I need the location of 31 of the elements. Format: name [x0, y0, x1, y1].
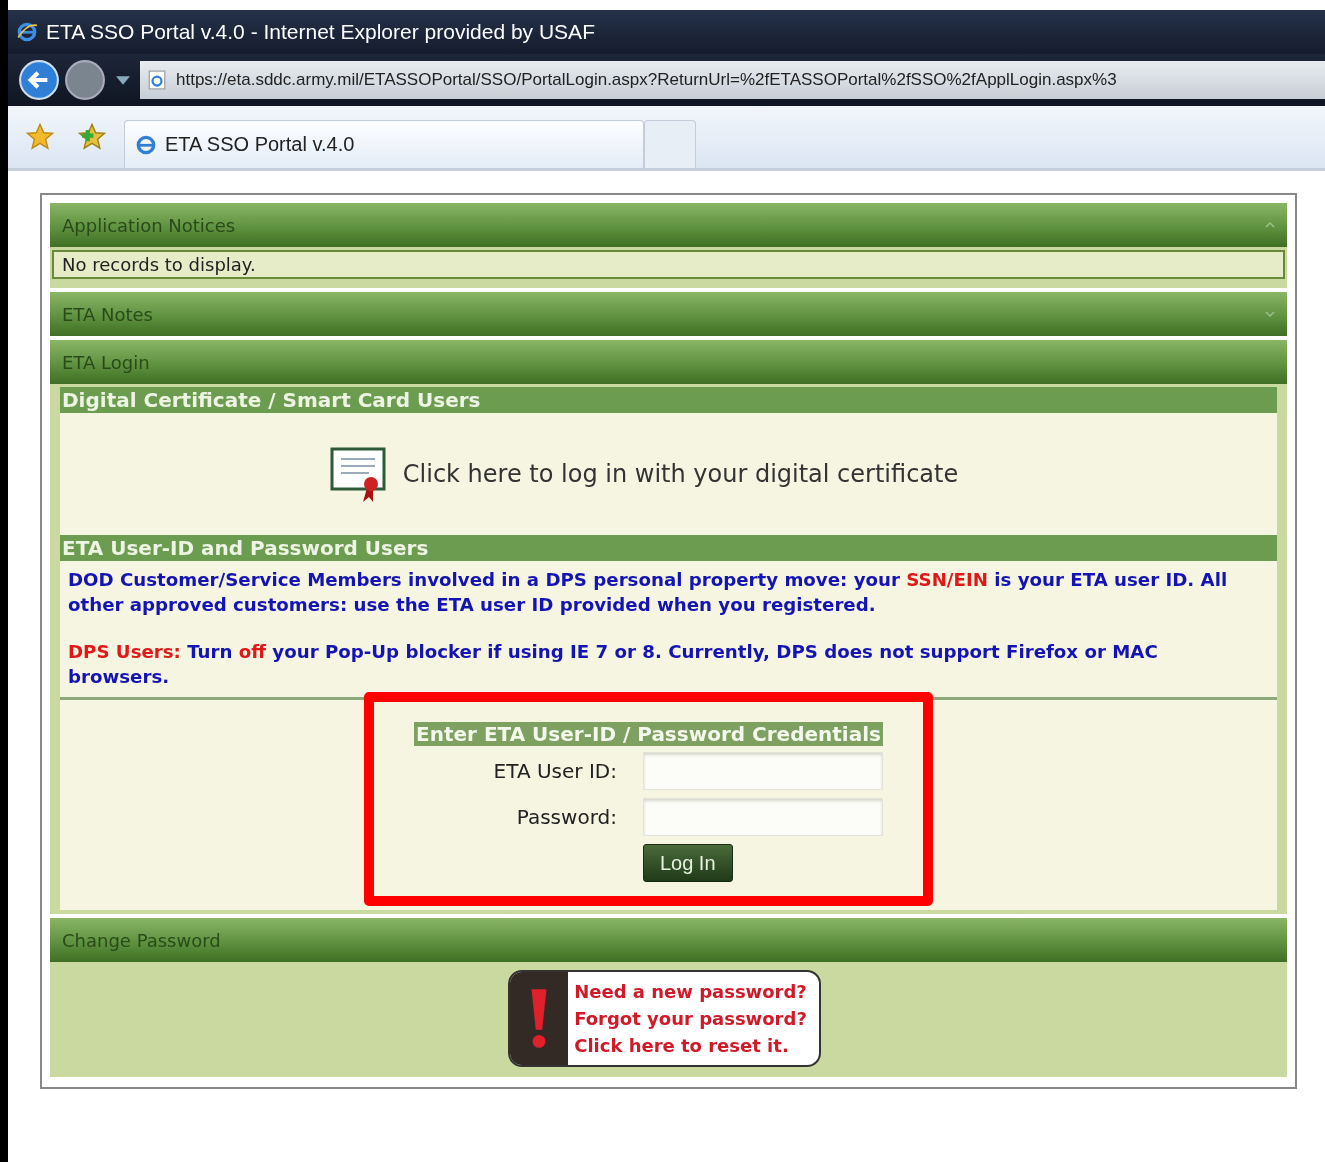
panel-title: Application Notices — [62, 214, 236, 236]
address-field[interactable]: https://eta.sddc.army.mil/ETASSOPortal/SSO/PortalLogin.aspx?ReturnUrl=%2fETASSOPortal%2fSSO%2fApplLogin.aspx%3 — [140, 61, 1325, 99]
star-icon[interactable] — [26, 123, 54, 151]
panel-title: ETA Notes — [62, 303, 153, 325]
field-label: ETA User ID: — [492, 759, 617, 783]
panel-header[interactable]: ETA Login — [50, 340, 1287, 384]
reset-password-link[interactable]: Need a new password? Forgot your password? Click here to reset it. — [508, 970, 821, 1067]
instruction-text: DPS Users: Turn off your Pop-Up blocker if using IE 7 or 8. Currently, DPS does not support Firefox or MAC browsers. — [68, 640, 1159, 689]
browser-logo-icon — [135, 133, 157, 156]
section-heading: ETA User-ID and Password Users — [60, 535, 1277, 561]
browser-tab[interactable]: ETA SSO Portal v.4.0 — [124, 120, 644, 168]
window-title: ETA SSO Portal v.4.0 - Internet Explorer provided by USAF — [46, 20, 595, 44]
dropdown-icon[interactable] — [116, 75, 130, 85]
panel-title: ETA Login — [62, 351, 150, 373]
form-heading: Enter ETA User-ID / Password Credentials — [414, 722, 883, 746]
panel-header[interactable]: ETA Notes — [50, 292, 1287, 336]
field-label: Password: — [515, 805, 617, 829]
section-heading: Digital Certificate / Smart Card Users — [60, 387, 1277, 413]
back-icon[interactable] — [18, 59, 60, 101]
panel-header[interactable]: Application Notices — [50, 203, 1287, 247]
panel-header[interactable]: Change Password — [50, 918, 1287, 962]
log-in-button[interactable]: Log In — [642, 844, 733, 882]
password-field[interactable] — [642, 798, 883, 836]
forward-icon[interactable] — [64, 59, 106, 101]
add-favorite-icon[interactable] — [78, 123, 106, 151]
instruction-text: DOD Customer/Service Members involved in a DPS personal property move: your SSN/EIN is your ETA user ID. All other approved customers: use the ETA user ID provided when you registered. — [68, 568, 1229, 617]
empty-message: No records to display. — [52, 250, 1285, 279]
browser-logo-icon — [16, 21, 38, 43]
page-icon — [148, 70, 166, 90]
panel-title: Change Password — [62, 929, 221, 951]
user-id-field[interactable] — [642, 752, 883, 790]
